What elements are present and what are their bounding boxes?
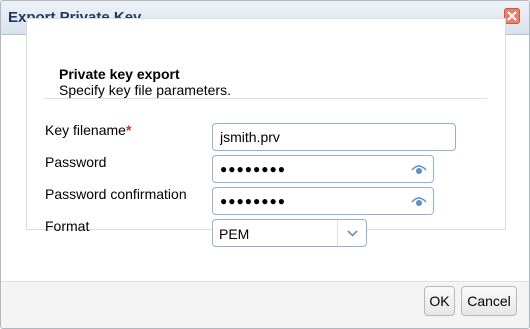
key-filename-label-text: Key filename <box>45 122 126 138</box>
export-private-key-dialog: Export Private Key Private key export Sp… <box>0 0 530 329</box>
password-confirmation-label: Password confirmation <box>45 186 187 202</box>
password-label: Password <box>45 154 107 170</box>
format-dropdown-toggle[interactable] <box>337 220 366 246</box>
eye-icon[interactable] <box>411 196 427 207</box>
password-confirmation-input[interactable]: ●●●●●●●● <box>212 187 434 215</box>
format-select[interactable]: PEM <box>212 219 367 247</box>
eye-icon[interactable] <box>411 164 427 175</box>
cancel-button[interactable]: Cancel <box>461 286 517 316</box>
key-filename-input[interactable] <box>212 123 456 151</box>
required-marker: * <box>125 122 132 138</box>
close-icon <box>507 11 517 21</box>
ok-button[interactable]: OK <box>424 286 455 316</box>
close-button[interactable] <box>504 8 520 24</box>
section-title: Private key export <box>59 66 180 82</box>
chevron-down-icon <box>347 230 358 237</box>
section-divider <box>44 98 487 99</box>
section-subtitle: Specify key file parameters. <box>59 82 231 98</box>
password-input[interactable]: ●●●●●●●● <box>212 155 434 183</box>
password-value: ●●●●●●●● <box>220 162 286 176</box>
key-filename-label: Key filename* <box>45 122 131 138</box>
password-confirmation-value: ●●●●●●●● <box>220 194 286 208</box>
format-label: Format <box>45 218 90 234</box>
format-selected-value: PEM <box>219 226 250 242</box>
